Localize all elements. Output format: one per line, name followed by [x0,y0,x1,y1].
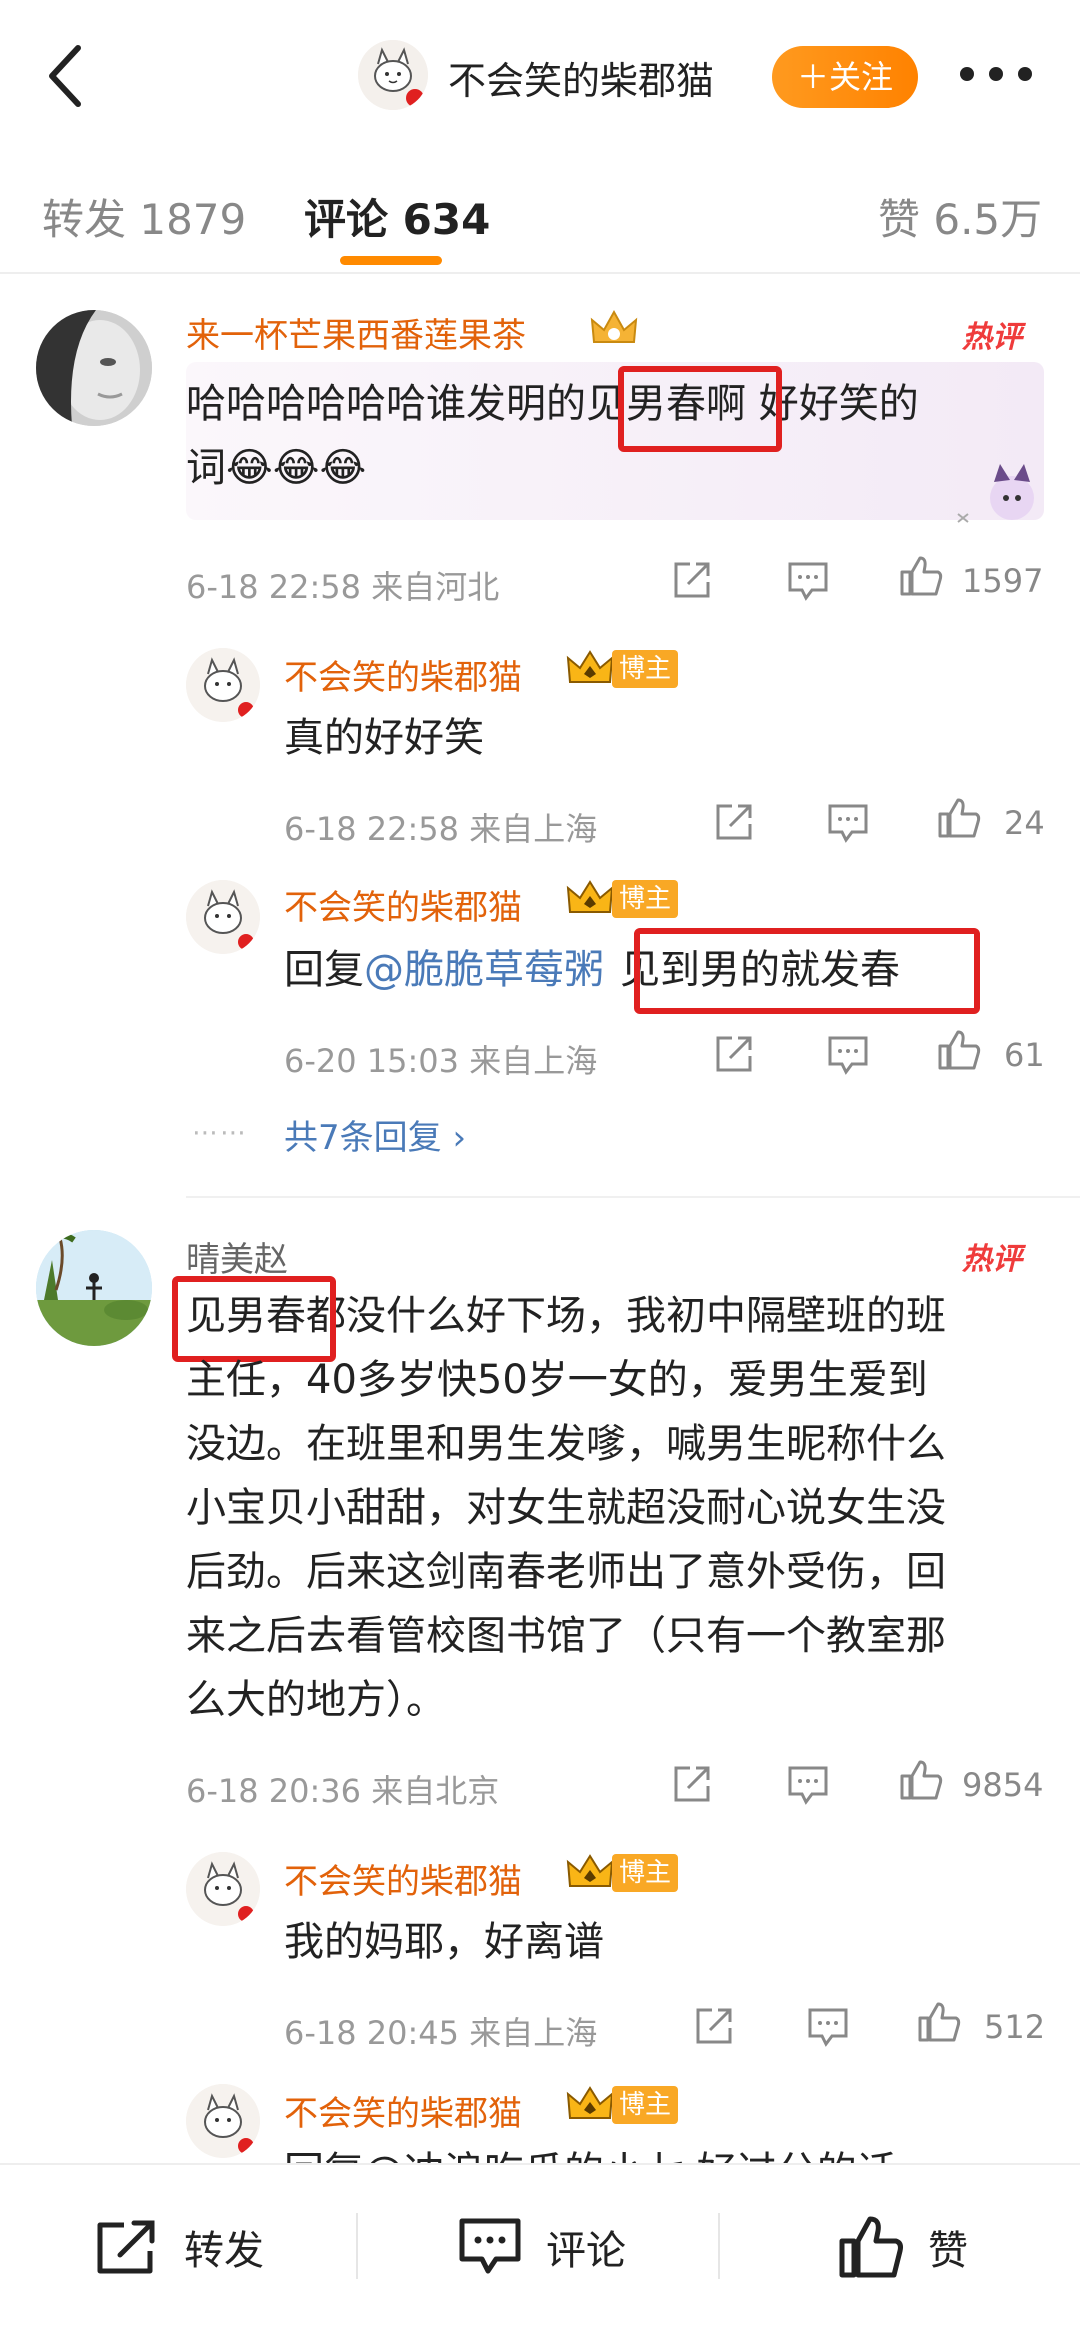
comment-icon[interactable] [824,1030,872,1078]
comment-icon[interactable] [824,798,872,846]
like-count: 9854 [962,1766,1044,1804]
author-avatar[interactable] [358,40,428,110]
mention-link[interactable]: @脆脆草莓粥 [364,947,604,993]
comment-text-line: 来之后去看管校图书馆了（只有一个教室那 [186,1613,946,1659]
comment-text-line: 主任，40多岁快50岁一女的，爱男生爱到 [186,1357,928,1403]
reply-author-name[interactable]: 不会笑的柴郡猫 [284,650,522,699]
repost-icon[interactable] [668,1760,716,1808]
like-icon[interactable] [916,1998,964,2046]
comment-text-line: 么大的地方）。 [186,1677,446,1723]
tab-likes[interactable]: 赞 6.5万 [878,186,1042,247]
comment-text-line2: 词😂😂😂 [186,445,367,491]
comment-icon[interactable] [804,2002,852,2050]
vip-badge-icon [588,306,640,350]
like-icon[interactable] [898,552,946,600]
comment-icon [459,2218,521,2274]
bottom-like-button[interactable]: 赞 [838,2165,968,2329]
bottom-repost-button[interactable]: 转发 [94,2165,264,2329]
reply-meta: 6-20 15:03 来自上海 [284,1042,598,1080]
reply-meta: 6-18 20:45 来自上海 [284,2014,598,2052]
repost-icon[interactable] [710,798,758,846]
comment-meta: 6-18 22:58 来自河北 [186,568,500,606]
author-badge: 博主 [612,2086,678,2124]
back-icon[interactable] [36,38,100,114]
reply-avatar[interactable] [186,1852,260,1926]
like-count: 512 [984,2008,1046,2046]
reply-author-name[interactable]: 不会笑的柴郡猫 [284,1854,522,1903]
header-title[interactable]: 不会笑的柴郡猫 [448,50,714,105]
comment-text: 哈哈哈哈哈哈谁发明的见男春啊 好好笑的 [186,381,919,427]
reply-meta: 6-18 22:58 来自上海 [284,810,598,848]
highlight-box [634,928,980,1014]
view-more-replies-link[interactable]: 共7条回复 › [284,1110,466,1159]
like-icon[interactable] [898,1756,946,1804]
like-icon[interactable] [936,794,984,842]
reply-avatar[interactable] [186,648,260,722]
thread-dots: ⋯⋯ [192,1118,248,1148]
tab-repost[interactable]: 转发 1879 [42,186,246,247]
comment-label: 评论 [546,2228,626,2274]
thumbs-up-icon [839,2216,903,2278]
comment-icon[interactable] [784,556,832,604]
repost-icon [97,2220,155,2274]
repost-icon[interactable] [690,2002,738,2050]
reply-author-name[interactable]: 不会笑的柴郡猫 [284,2086,522,2135]
bottom-separator [718,2213,720,2279]
tab-bar: 转发 1879 评论 634 赞 6.5万 [0,142,1080,274]
highlight-box [618,366,782,452]
commenter-name[interactable]: 晴美赵 [186,1232,288,1281]
bottom-action-bar: 转发 评论 赞 [0,2163,1080,2329]
reply-avatar[interactable] [186,880,260,954]
reply-text: 我的妈耶，好离谱 [284,1919,604,1965]
follow-button[interactable]: ＋关注 [772,46,918,108]
crown-icon [566,1852,614,1892]
crown-icon [566,648,614,688]
crown-icon [566,878,614,918]
top-bar: 不会笑的柴郡猫 ＋关注 [0,0,1080,144]
comment-text-line: 后劲。后来这剑南春老师出了意外受伤，回 [186,1549,946,1595]
comment-meta: 6-18 20:36 来自北京 [186,1772,500,1810]
tab-comments[interactable]: 评论 634 [304,186,490,247]
bottom-separator [356,2213,358,2279]
like-icon[interactable] [936,1026,984,1074]
like-count: 1597 [962,562,1044,600]
repost-icon[interactable] [710,1030,758,1078]
reply-avatar[interactable] [186,2084,260,2158]
author-badge: 博主 [612,1854,678,1892]
like-count: 61 [1004,1036,1045,1074]
reply-text: 真的好好笑 [284,715,484,761]
more-options-icon[interactable] [960,60,1032,88]
hot-comment-badge: 热评 [962,1242,1022,1277]
author-badge: 博主 [612,650,678,688]
sticker-icon [954,460,1044,530]
like-label: 赞 [928,2228,968,2274]
comment-text-line: 小宝贝小甜甜，对女生就超没耐心说女生没 [186,1485,946,1531]
comment-icon[interactable] [784,1760,832,1808]
commenter-avatar[interactable] [36,1230,152,1346]
repost-icon[interactable] [668,556,716,604]
like-count: 24 [1004,804,1045,842]
hot-comment-badge: 热评 [962,320,1022,355]
commenter-name[interactable]: 来一杯芒果西番莲果茶 [186,308,526,357]
repost-label: 转发 [184,2228,264,2274]
crown-icon [566,2084,614,2124]
comment-divider [186,1196,1080,1198]
reply-author-name[interactable]: 不会笑的柴郡猫 [284,880,522,929]
comment-text-line: 没边。在班里和男生发嗲，喊男生昵称什么 [186,1421,946,1467]
commenter-avatar[interactable] [36,310,152,426]
bottom-comment-button[interactable]: 评论 [456,2165,626,2329]
author-badge: 博主 [612,880,678,918]
active-tab-indicator [340,256,442,265]
